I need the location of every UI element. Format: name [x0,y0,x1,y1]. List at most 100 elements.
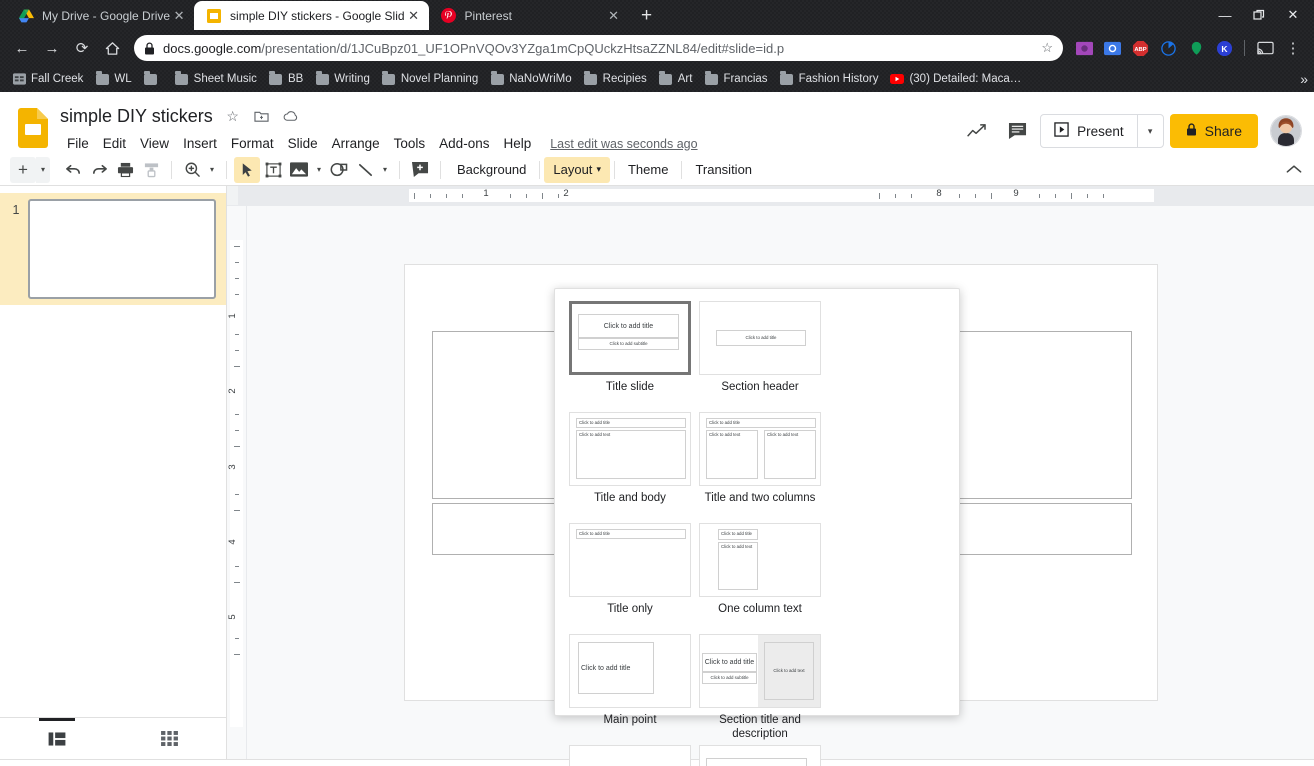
zoom-caret-icon[interactable]: ▾ [205,157,219,183]
layout-thumbnail[interactable]: XX% Click to add text [699,745,821,766]
menu-slide[interactable]: Slide [281,133,325,154]
menu-file[interactable]: File [60,133,96,154]
bookmark-bb[interactable]: BB [263,70,309,88]
layout-thumbnail[interactable]: Click to add title Click to add text [699,523,821,597]
bookmark-francias[interactable]: Francias [698,70,773,88]
select-tool-button[interactable] [234,156,260,183]
chevron-up-icon[interactable] [1286,162,1302,177]
horizontal-ruler[interactable]: 1 2 8 9 [227,186,1314,206]
bookmark-fashion-history[interactable]: Fashion History [774,70,885,88]
redo-button[interactable] [86,157,112,183]
layout-thumbnail[interactable]: Click to add title Click to add text [569,412,691,486]
cloud-saved-icon[interactable] [282,107,300,125]
bookmark-recipies[interactable]: Recipies [578,70,653,88]
address-bar[interactable]: docs.google.com/presentation/d/1JCuBpz01… [134,35,1063,61]
slide-thumbnail[interactable] [28,199,216,299]
bookmark-writing[interactable]: Writing [309,70,376,88]
chevron-down-icon[interactable]: ▾ [1136,115,1163,147]
green-balloon-icon[interactable] [1185,37,1207,59]
layout-button[interactable]: Layout ▾ [544,156,610,183]
bookmark-youtube-detailed-maca[interactable]: (30) Detailed: Maca… [884,70,1027,88]
layout-option-main-point[interactable]: Click to add title Main point [565,634,695,741]
chrome-menu-icon[interactable]: ⋮ [1282,37,1304,59]
vertical-ruler[interactable]: 1 2 3 4 5 [227,206,247,759]
layout-thumbnail[interactable]: Click to add title [699,301,821,375]
back-button[interactable]: ← [8,34,36,62]
bookmark-nanowrimo[interactable]: NaNoWriMo [484,70,577,88]
close-icon[interactable]: ✕ [170,7,188,25]
page-title[interactable]: simple DIY stickers [60,106,213,127]
bookmark-novel-planning[interactable]: Novel Planning [376,70,484,88]
shape-button[interactable] [326,157,352,183]
layout-option-caption[interactable]: Click to add text Caption [565,745,695,766]
bookmarks-overflow-button[interactable]: » [1300,71,1308,87]
extension-purple-icon[interactable] [1073,37,1095,59]
close-window-icon[interactable]: ✕ [1278,1,1308,29]
layout-option-big-number[interactable]: XX% Click to add text Big number [695,745,825,766]
background-button[interactable]: Background [448,157,535,183]
filmstrip-scroll[interactable]: 1 [0,186,226,717]
new-tab-button[interactable]: + [633,2,661,30]
cast-icon[interactable] [1254,37,1276,59]
filmstrip-slide-1[interactable]: 1 [0,193,226,305]
layout-option-section-title-and-description[interactable]: Click to add title Click to add subtitle… [695,634,825,741]
layout-thumbnail[interactable]: Click to add text [569,745,691,766]
line-caret-icon[interactable]: ▾ [378,157,392,183]
menu-format[interactable]: Format [224,133,281,154]
new-slide-caret-icon[interactable]: ▾ [36,156,50,183]
comment-icon[interactable] [1000,114,1034,148]
theme-button[interactable]: Theme [619,157,677,183]
browser-tab-my-drive[interactable]: My Drive - Google Drive ✕ [6,1,194,30]
layout-thumbnail[interactable]: Click to add title Click to add text Cli… [699,412,821,486]
filmstrip-view-icon[interactable] [0,718,113,759]
home-button[interactable] [98,34,126,62]
avatar[interactable] [1270,115,1302,147]
star-icon[interactable]: ☆ [224,107,242,125]
layout-thumbnail[interactable]: Click to add title [569,523,691,597]
layout-option-title-only[interactable]: Click to add title Title only [565,523,695,630]
screenshot-camera-icon[interactable] [1101,37,1123,59]
browser-tab-pinterest[interactable]: Pinterest ✕ [429,1,629,30]
menu-tools[interactable]: Tools [387,133,433,154]
layout-thumbnail[interactable]: Click to add title Click to add subtitle [569,301,691,375]
activity-trend-icon[interactable] [960,114,994,148]
menu-edit[interactable]: Edit [96,133,133,154]
menu-add-ons[interactable]: Add-ons [432,133,496,154]
layout-dropdown-menu[interactable]: Click to add title Click to add subtitle… [554,288,960,766]
bookmark-art[interactable]: Art [653,70,699,88]
star-icon[interactable]: ☆ [1041,40,1053,56]
paint-format-button[interactable] [138,157,164,183]
minimize-icon[interactable]: — [1210,1,1240,29]
bookmark-fall-creek[interactable]: Fall Creek [6,70,89,88]
present-button[interactable]: Present ▾ [1040,114,1164,148]
layout-option-title-and-body[interactable]: Click to add title Click to add text Tit… [565,412,695,519]
move-to-folder-icon[interactable] [253,107,271,125]
layout-thumbnail[interactable]: Click to add title Click to add subtitle… [699,634,821,708]
bookmark-wl[interactable]: WL [89,70,137,88]
layout-option-one-column-text[interactable]: Click to add title Click to add text One… [695,523,825,630]
close-icon[interactable]: ✕ [405,7,423,25]
present-main[interactable]: Present [1041,115,1137,147]
clock-pie-icon[interactable] [1157,37,1179,59]
zoom-button[interactable] [179,157,205,183]
maximize-icon[interactable] [1244,1,1274,29]
forward-button[interactable]: → [38,34,66,62]
menu-help[interactable]: Help [496,133,538,154]
print-button[interactable] [112,157,138,183]
close-icon[interactable]: ✕ [605,7,623,25]
bookmark-sheet-music[interactable]: Sheet Music [169,70,263,88]
kami-k-icon[interactable]: K [1213,37,1235,59]
new-slide-button[interactable]: + [10,156,36,183]
undo-button[interactable] [60,157,86,183]
last-edit-status[interactable]: Last edit was seconds ago [550,137,697,151]
grid-view-icon[interactable] [113,718,226,759]
menu-arrange[interactable]: Arrange [325,133,387,154]
menu-view[interactable]: View [133,133,176,154]
share-button[interactable]: Share [1169,114,1258,148]
line-button[interactable] [352,157,378,183]
reload-button[interactable]: ⟳ [68,34,96,62]
bookmark-unnamed-1[interactable] [138,70,169,88]
transition-button[interactable]: Transition [686,157,761,183]
insert-image-caret-icon[interactable]: ▾ [312,157,326,183]
layout-thumbnail[interactable]: Click to add title [569,634,691,708]
